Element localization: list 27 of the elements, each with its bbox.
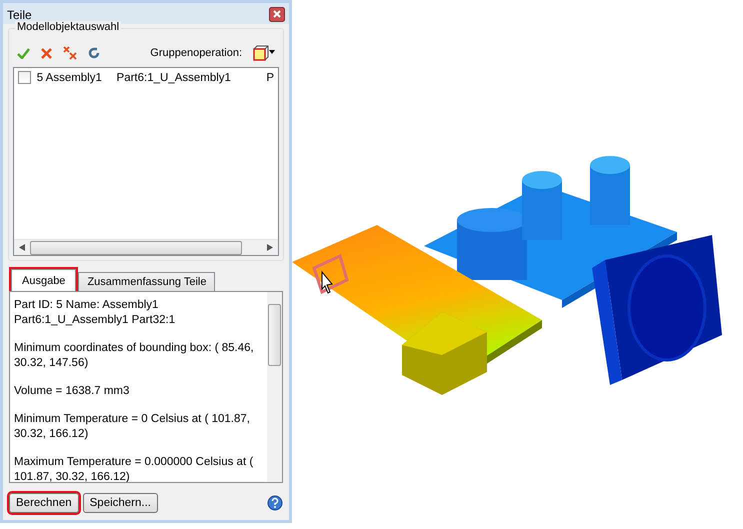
- tab[interactable]: Zusammenfassung Teile: [78, 272, 216, 291]
- output-line: Minimum Temperature = 0 Celsius at ( 101.87, 30.32, 166.12): [14, 412, 251, 442]
- action-button[interactable]: Berechnen: [9, 493, 79, 513]
- checkbox[interactable]: [18, 71, 31, 84]
- panel-title: Teile: [7, 8, 32, 22]
- group-title: Modellobjektauswahl: [15, 21, 122, 33]
- output-line: Volume = 1638.7 mm3: [14, 384, 130, 399]
- vertical-scrollbar[interactable]: [267, 292, 282, 482]
- help-icon[interactable]: [267, 495, 283, 511]
- scroll-right-icon[interactable]: [267, 244, 273, 251]
- action-button[interactable]: Speichern...: [82, 493, 158, 513]
- output-line: Minimum coordinates of bounding box: ( 85.46, 30.32, 147.56): [14, 341, 255, 371]
- double-cross-icon[interactable]: [63, 46, 77, 60]
- refresh-icon[interactable]: [88, 47, 100, 59]
- list-cell: P: [266, 72, 274, 84]
- output-line: Part ID: 5 Name: Assembly1 Part6:1_U_Assembly1 Part32:1: [14, 298, 176, 328]
- group-operation-label: Gruppenoperation:: [150, 47, 242, 59]
- horizontal-scrollbar[interactable]: [14, 239, 278, 255]
- close-button[interactable]: [269, 7, 285, 22]
- checkmark-icon[interactable]: [17, 48, 30, 58]
- close-icon[interactable]: [41, 48, 52, 58]
- scroll-left-icon[interactable]: [19, 244, 25, 251]
- 3d-model-drawing[interactable]: [292, 156, 722, 395]
- list-cell-text: 5 Assembly1: [36, 72, 103, 84]
- cube-dropdown-icon[interactable]: [253, 45, 275, 61]
- list-cell-text: Part6:1_U_Assembly1: [116, 72, 232, 84]
- tab[interactable]: Ausgabe: [11, 269, 76, 292]
